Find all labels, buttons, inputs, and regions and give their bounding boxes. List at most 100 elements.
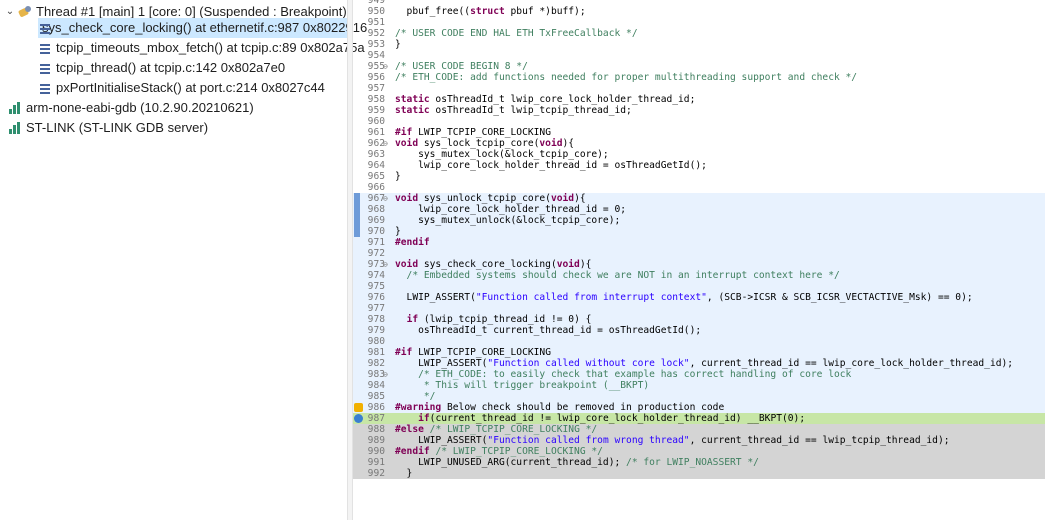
code-line[interactable]: 982 LWIP_ASSERT("Function called without…	[353, 358, 1045, 369]
line-gutter[interactable]: 988	[353, 424, 401, 435]
line-gutter[interactable]: 965	[353, 171, 401, 182]
code-line[interactable]: 966	[353, 182, 1045, 193]
code-line[interactable]: 956 /* ETH_CODE: add functions needed for…	[353, 72, 1045, 83]
code-line[interactable]: 959 static osThreadId_t lwip_tcpip_thread…	[353, 105, 1045, 116]
code-line[interactable]: 955 ⊖/* USER CODE BEGIN 8 */	[353, 61, 1045, 72]
fold-toggle-icon[interactable]: ⊖	[383, 61, 391, 72]
code-line[interactable]: 992 }	[353, 468, 1045, 479]
line-gutter[interactable]: 969	[353, 215, 401, 226]
line-gutter[interactable]: 964	[353, 160, 401, 171]
line-gutter[interactable]: 957	[353, 83, 401, 94]
code-line[interactable]: 967 ⊖ void sys_unlock_tcpip_core(void){	[353, 193, 1045, 204]
code-line[interactable]: 984 * This will trigger breakpoint (__BK…	[353, 380, 1045, 391]
code-line[interactable]: 975	[353, 281, 1045, 292]
stack-frame-1[interactable]: tcpip_timeouts_mbox_fetch() at tcpip.c:8…	[38, 38, 365, 58]
code-line[interactable]: 970}	[353, 226, 1045, 237]
code-line[interactable]: 990 #endif /* LWIP_TCPIP_CORE_LOCKING */	[353, 446, 1045, 457]
line-gutter[interactable]: 986	[353, 402, 401, 413]
line-gutter[interactable]: 952	[353, 28, 401, 39]
line-number: 959	[367, 105, 385, 116]
line-gutter[interactable]: 958	[353, 94, 401, 105]
code-line[interactable]: 974 /* Embedded systems should check we …	[353, 270, 1045, 281]
code-line[interactable]: 958 static osThreadId_t lwip_core_lock_ho…	[353, 94, 1045, 105]
line-gutter[interactable]: 966	[353, 182, 401, 193]
fold-toggle-icon[interactable]: ⊖	[383, 193, 391, 204]
code-line[interactable]: 983 ⊖ /* ETH_CODE: to easily check that e…	[353, 369, 1045, 380]
code-line[interactable]: 957	[353, 83, 1045, 94]
line-gutter[interactable]: 992	[353, 468, 401, 479]
code-line[interactable]: 972	[353, 248, 1045, 259]
code-line[interactable]: 951	[353, 17, 1045, 28]
line-gutter[interactable]: 981	[353, 347, 401, 358]
code-line[interactable]: 977	[353, 303, 1045, 314]
fold-toggle-icon[interactable]: ⊖	[383, 259, 391, 270]
line-gutter[interactable]: 953	[353, 39, 401, 50]
code-line[interactable]: 971 #endif	[353, 237, 1045, 248]
fold-toggle-icon[interactable]: ⊖	[383, 369, 391, 380]
line-gutter[interactable]: 954	[353, 50, 401, 61]
line-gutter[interactable]: 974	[353, 270, 401, 281]
line-gutter[interactable]: 950	[353, 6, 401, 17]
line-gutter[interactable]: 991	[353, 457, 401, 468]
code-line[interactable]: 985 */	[353, 391, 1045, 402]
line-gutter[interactable]: 963	[353, 149, 401, 160]
line-gutter[interactable]: 987	[353, 413, 401, 424]
line-gutter[interactable]: 977	[353, 303, 401, 314]
line-gutter[interactable]: 960	[353, 116, 401, 127]
code-line[interactable]: 965}	[353, 171, 1045, 182]
stack-frame-3[interactable]: pxPortInitialiseStack() at port.c:214 0x…	[38, 78, 325, 98]
code-line[interactable]: 953}	[353, 39, 1045, 50]
code-line[interactable]: 960	[353, 116, 1045, 127]
code-line[interactable]: 987 if(current_thread_id != lwip_core_lo…	[353, 413, 1045, 424]
tree-node-stlink-process[interactable]: ST-LINK (ST-LINK GDB server)	[8, 118, 208, 138]
line-gutter[interactable]: 968	[353, 204, 401, 215]
code-line[interactable]: 989 LWIP_ASSERT("Function called from wr…	[353, 435, 1045, 446]
line-gutter[interactable]: 955 ⊖	[353, 61, 401, 72]
code-line[interactable]: 986 #warning Below check should be remove…	[353, 402, 1045, 413]
code-line[interactable]: 973 ⊖ void sys_check_core_locking(void){	[353, 259, 1045, 270]
line-gutter[interactable]: 978	[353, 314, 401, 325]
line-gutter[interactable]: 970	[353, 226, 401, 237]
line-gutter[interactable]: 962 ⊖	[353, 138, 401, 149]
line-gutter[interactable]: 976	[353, 292, 401, 303]
line-gutter[interactable]: 951	[353, 17, 401, 28]
line-gutter[interactable]: 956	[353, 72, 401, 83]
code-line[interactable]: 952 /* USER CODE END HAL ETH TxFreeCallba…	[353, 28, 1045, 39]
code-line[interactable]: 981 #if LWIP_TCPIP_CORE_LOCKING	[353, 347, 1045, 358]
code-line[interactable]: 979 osThreadId_t current_thread_id = osT…	[353, 325, 1045, 336]
code-line[interactable]: 991 LWIP_UNUSED_ARG(current_thread_id); …	[353, 457, 1045, 468]
line-gutter[interactable]: 989	[353, 435, 401, 446]
chevron-down-icon[interactable]: ⌄	[4, 2, 16, 22]
line-gutter[interactable]: 979	[353, 325, 401, 336]
line-gutter[interactable]: 975	[353, 281, 401, 292]
stack-frame-2[interactable]: tcpip_thread() at tcpip.c:142 0x802a7e0	[38, 58, 285, 78]
fold-toggle-icon[interactable]: ⊖	[383, 138, 391, 149]
line-gutter[interactable]: 972	[353, 248, 401, 259]
code-line[interactable]: 963 sys_mutex_lock(&lock_tcpip_core);	[353, 149, 1045, 160]
code-line[interactable]: 964 lwip_core_lock_holder_thread_id = os…	[353, 160, 1045, 171]
code-line[interactable]: 988 #else /* LWIP_TCPIP_CORE_LOCKING */	[353, 424, 1045, 435]
line-gutter[interactable]: 982	[353, 358, 401, 369]
line-gutter[interactable]: 984	[353, 380, 401, 391]
code-editor[interactable]: 949 950 pbuf_free((struct pbuf *)buff); 95…	[353, 0, 1045, 520]
tree-node-gdb-process[interactable]: arm-none-eabi-gdb (10.2.90.20210621)	[8, 98, 254, 118]
line-gutter[interactable]: 973 ⊖	[353, 259, 401, 270]
line-gutter[interactable]: 990	[353, 446, 401, 457]
code-line[interactable]: 962 ⊖ void sys_lock_tcpip_core(void){	[353, 138, 1045, 149]
code-line[interactable]: 976 LWIP_ASSERT("Function called from in…	[353, 292, 1045, 303]
code-line[interactable]: 968 lwip_core_lock_holder_thread_id = 0;	[353, 204, 1045, 215]
code-line[interactable]: 978 if (lwip_tcpip_thread_id != 0) {	[353, 314, 1045, 325]
code-line[interactable]: 980	[353, 336, 1045, 347]
line-gutter[interactable]: 961	[353, 127, 401, 138]
stack-frame-0[interactable]: sys_check_core_locking() at ethernetif.c…	[38, 18, 367, 38]
code-line[interactable]: 950 pbuf_free((struct pbuf *)buff);	[353, 6, 1045, 17]
line-gutter[interactable]: 959	[353, 105, 401, 116]
code-line[interactable]: 961 #if LWIP_TCPIP_CORE_LOCKING	[353, 127, 1045, 138]
line-gutter[interactable]: 985	[353, 391, 401, 402]
line-gutter[interactable]: 971	[353, 237, 401, 248]
line-gutter[interactable]: 980	[353, 336, 401, 347]
line-gutter[interactable]: 983 ⊖	[353, 369, 401, 380]
code-line[interactable]: 954	[353, 50, 1045, 61]
code-line[interactable]: 969 sys_mutex_unlock(&lock_tcpip_core);	[353, 215, 1045, 226]
line-gutter[interactable]: 967 ⊖	[353, 193, 401, 204]
